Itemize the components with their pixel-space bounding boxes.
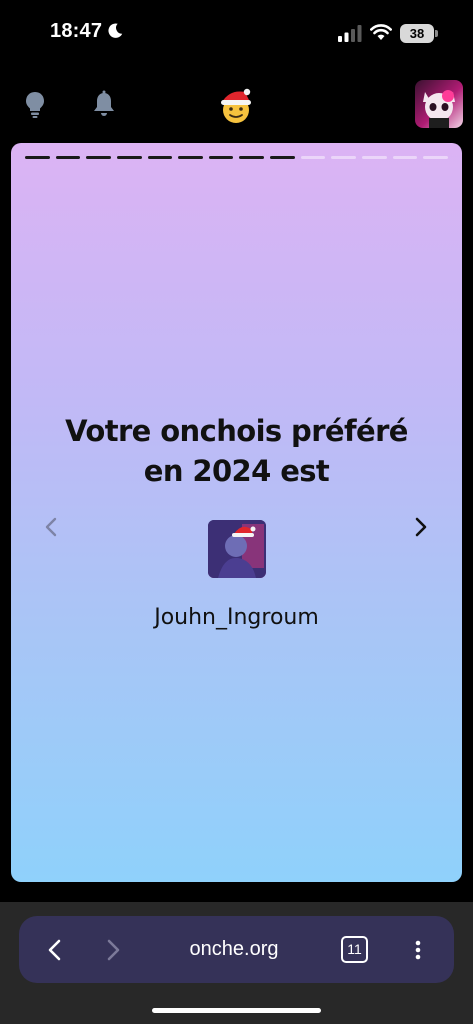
progress-segment — [423, 156, 448, 159]
tab-count-button[interactable]: 11 — [341, 936, 368, 963]
progress-segment — [178, 156, 203, 159]
progress-segment — [25, 156, 50, 159]
favorite-username: Jouhn_Ingroum — [154, 605, 319, 630]
profile-avatar-image — [423, 90, 455, 128]
progress-segment — [147, 156, 173, 159]
lightbulb-icon[interactable] — [22, 90, 48, 118]
profile-avatar[interactable] — [415, 80, 463, 128]
top-nav — [0, 68, 473, 140]
forward-arrow-icon[interactable] — [103, 937, 123, 963]
wrapped-card: Votre onchois préféré en 2024 est Jouhn_… — [11, 143, 462, 882]
progress-segment — [392, 156, 418, 159]
address-bar: onche.org 11 — [19, 916, 454, 983]
chevron-left-icon[interactable] — [41, 515, 61, 539]
more-vertical-icon[interactable] — [408, 937, 428, 963]
wifi-icon — [370, 24, 392, 40]
story-progress-bar — [25, 156, 448, 160]
home-indicator[interactable] — [152, 1008, 321, 1013]
status-bar: 18:47 38 — [0, 0, 473, 68]
progress-segment — [208, 156, 234, 159]
browser-toolbar: onche.org 11 — [0, 902, 473, 1024]
signal-icon — [338, 25, 362, 42]
card-title: Votre onchois préféré en 2024 est — [11, 411, 462, 491]
bell-icon[interactable] — [91, 90, 117, 118]
progress-segment — [331, 156, 357, 159]
progress-segment — [239, 156, 265, 159]
battery-indicator: 38 — [400, 24, 434, 43]
favorite-user-avatar — [208, 520, 266, 578]
progress-segment — [55, 156, 81, 159]
progress-segment — [116, 156, 142, 159]
battery-tip — [435, 30, 438, 37]
chevron-right-icon[interactable] — [411, 515, 431, 539]
progress-segment — [362, 156, 387, 159]
url-text[interactable]: onche.org — [139, 938, 329, 961]
progress-segment — [300, 156, 326, 159]
clock: 18:47 — [50, 20, 103, 42]
card-title-line-2: en 2024 est — [143, 454, 330, 488]
moon-icon — [108, 23, 123, 38]
santa-face-icon[interactable] — [216, 86, 256, 126]
progress-segment — [270, 156, 295, 159]
card-title-line-1: Votre onchois préféré — [65, 414, 408, 448]
back-arrow-icon[interactable] — [45, 937, 65, 963]
progress-segment — [86, 156, 111, 159]
favorite-user-avatar-image — [208, 520, 266, 578]
